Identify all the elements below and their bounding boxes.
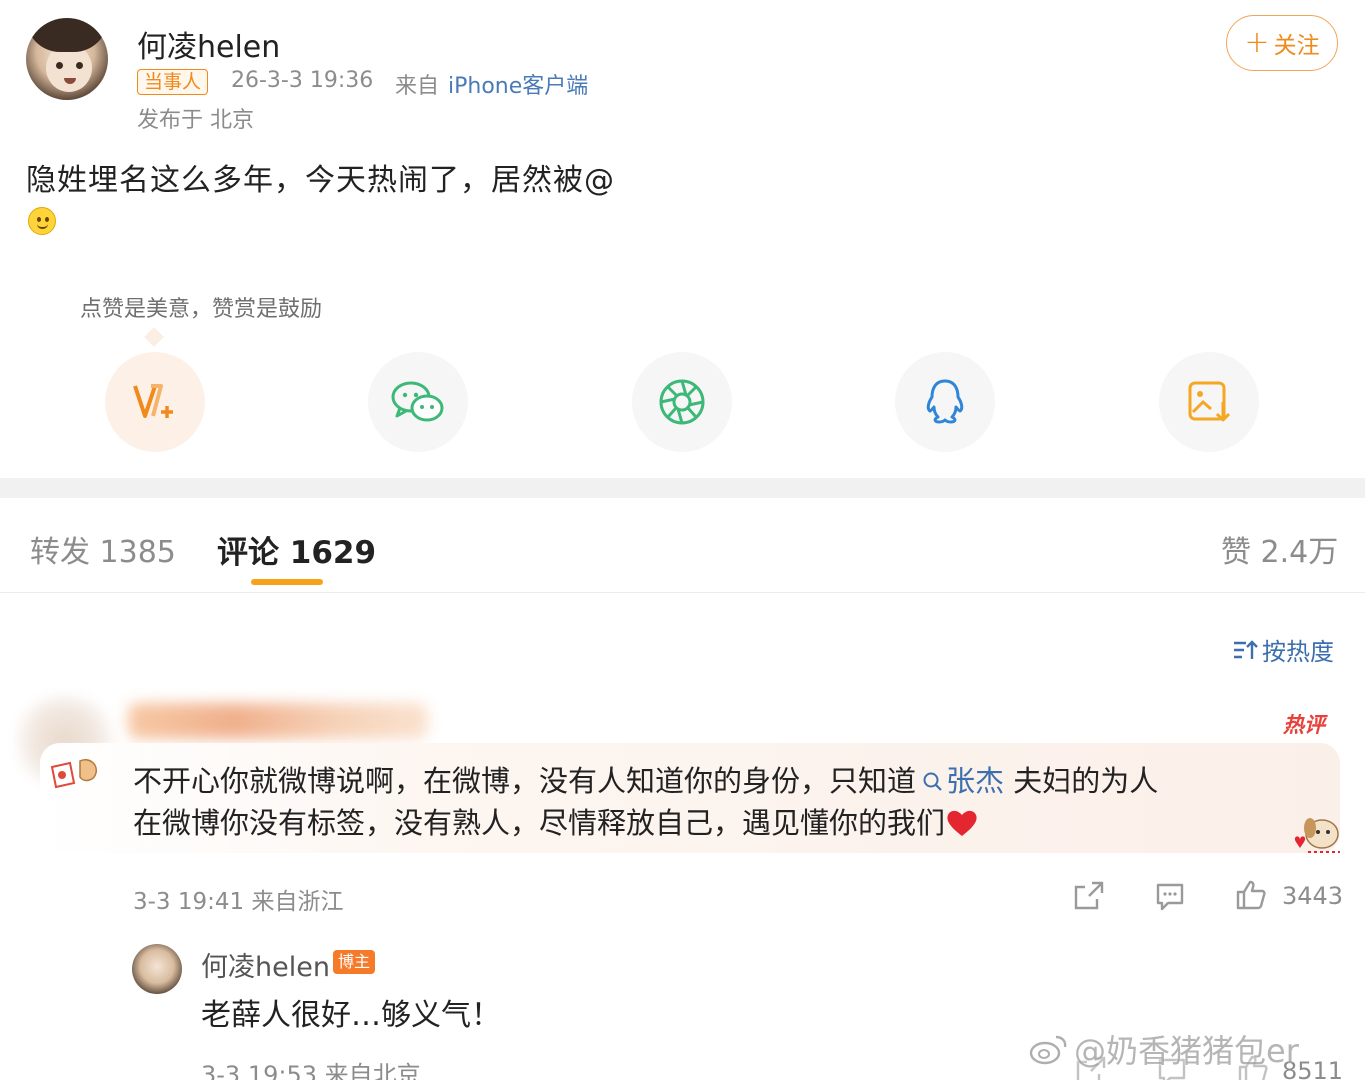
save-image-button[interactable]: [1159, 352, 1259, 452]
blogger-badge: 博主: [333, 950, 376, 974]
share-icon[interactable]: [1072, 880, 1106, 912]
qq-button[interactable]: [895, 352, 995, 452]
reply-author-name[interactable]: 何凌helen: [201, 945, 330, 984]
tab-likes[interactable]: 赞 2.4万: [1221, 527, 1338, 571]
post-time: 26-3-3 19:36: [231, 68, 374, 93]
tip-arrow: [144, 327, 164, 347]
weibo-v-plus-button[interactable]: [105, 352, 205, 452]
mention-name: 张杰: [946, 764, 1005, 798]
mention-link[interactable]: 张杰: [916, 764, 1004, 798]
puppy-sticker-icon: [1294, 818, 1340, 853]
watermark-text: @奶香猪猪包er: [1074, 1032, 1299, 1070]
hot-comment-like-count: 3443: [1282, 882, 1344, 910]
hot-comment-tag: 热评: [1283, 713, 1325, 737]
hot-comment-text-c: 在微博你没有标签，没有熟人，尽情释放自己，遇见懂你的我们: [133, 806, 946, 840]
sort-icon: [1234, 639, 1258, 659]
tab-comments[interactable]: 评论 1629: [217, 527, 376, 572]
active-tab-indicator: [251, 579, 323, 585]
post-from-label: 来自: [395, 74, 440, 99]
section-divider: [0, 478, 1365, 498]
save-image-icon: [1188, 381, 1231, 422]
hot-comment-text-a: 不开心你就微博说啊，在微博，没有人知道你的身份，只知道: [133, 764, 917, 798]
reply-text: 老薛人很好…够义气！: [201, 998, 501, 1033]
author-avatar[interactable]: [26, 18, 108, 100]
smiley-icon: [28, 207, 56, 235]
reply-author-avatar[interactable]: [132, 944, 182, 994]
hot-comment-text-b: 夫妇的为人: [1004, 764, 1159, 798]
tab-reposts[interactable]: 转发 1385: [30, 527, 176, 571]
weibo-v-plus-icon: [133, 384, 173, 418]
watermark: @奶香猪猪包er: [1028, 1026, 1299, 1072]
moments-button[interactable]: [632, 352, 732, 452]
hot-comment-meta: 3-3 19:41 来自浙江: [133, 889, 344, 915]
follow-label: 关注: [1273, 33, 1320, 59]
blurred-commenter-name[interactable]: [128, 703, 428, 739]
reward-tip: 点赞是美意，赞赏是鼓励: [80, 297, 323, 322]
wechat-button[interactable]: [368, 352, 468, 452]
reply-meta: 3-3 19:53 来自北京: [201, 1061, 421, 1080]
reply-icon[interactable]: [1154, 880, 1186, 912]
sort-label: 按热度: [1262, 638, 1334, 666]
post-device[interactable]: iPhone客户端: [448, 68, 588, 100]
plus-icon: +: [1244, 25, 1270, 60]
tabs-divider: [0, 592, 1365, 593]
hot-comment-text-line1: 不开心你就微博说啊，在微博，没有人知道你的身份，只知道 张杰 夫妇的为人: [133, 758, 1158, 800]
sort-by-heat-button[interactable]: 按热度: [1232, 632, 1334, 667]
wechat-icon: [391, 381, 444, 422]
heart-icon: [947, 810, 977, 836]
post-text: 隐姓埋名这么多年，今天热闹了，居然被@: [26, 163, 615, 198]
hot-comment-text-line2: 在微博你没有标签，没有熟人，尽情释放自己，遇见懂你的我们: [133, 800, 979, 842]
follow-button[interactable]: + 关注: [1226, 15, 1338, 71]
weibo-logo-icon: [1029, 1035, 1067, 1065]
post-location: 发布于 北京: [137, 108, 254, 133]
moments-icon: [659, 379, 705, 425]
qq-icon: [926, 379, 964, 424]
party-badge: 当事人: [137, 69, 209, 95]
author-name[interactable]: 何凌helen: [137, 22, 280, 66]
search-icon: [923, 772, 942, 791]
sticker-decoration-icon: [50, 759, 97, 789]
like-icon[interactable]: [1234, 878, 1268, 912]
